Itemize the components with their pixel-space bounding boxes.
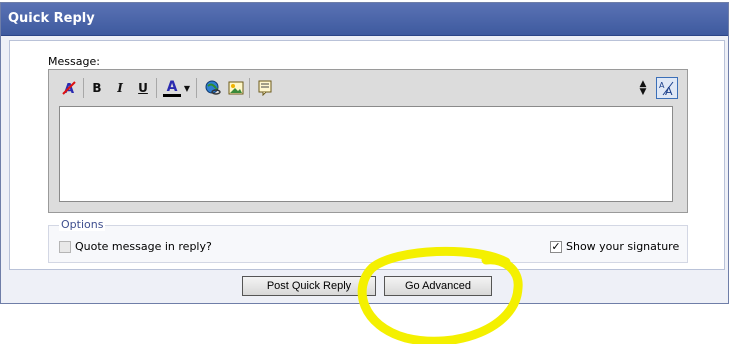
signature-checkbox[interactable]: ✓ (550, 240, 562, 253)
quote-option-label: Quote message in reply? (75, 240, 212, 253)
quote-icon[interactable] (255, 78, 275, 98)
remove-format-icon[interactable]: A (59, 78, 79, 98)
signature-option[interactable]: ✓ Show your signature (550, 240, 679, 253)
reply-form: Message: A B I U A ▼ (9, 40, 725, 270)
chevron-down-icon[interactable]: ▼ (182, 78, 192, 98)
resize-editor-icon[interactable]: ▲ ▼ (637, 78, 649, 98)
panel-title: Quick Reply (8, 11, 95, 26)
italic-button[interactable]: I (110, 78, 130, 98)
title-bar: Quick Reply (1, 3, 728, 36)
toolbar-separator (196, 78, 197, 98)
underline-button[interactable]: U (133, 78, 153, 98)
insert-image-icon[interactable] (226, 78, 246, 98)
font-color-button[interactable]: A (161, 78, 183, 98)
message-label: Message: (48, 55, 100, 68)
quote-option[interactable]: Quote message in reply? (59, 240, 212, 253)
quick-reply-panel: Quick Reply Message: A B I U A (0, 2, 729, 304)
toolbar-separator (249, 78, 250, 98)
options-fieldset: Options Quote message in reply? ✓ Show y… (48, 218, 688, 263)
bold-button[interactable]: B (87, 78, 107, 98)
message-input[interactable] (59, 106, 673, 202)
toolbar-separator (156, 78, 157, 98)
font-color-letter: A (166, 78, 178, 95)
font-color-swatch (163, 93, 181, 97)
go-advanced-button[interactable]: Go Advanced (384, 276, 492, 296)
toolbar-separator (83, 78, 84, 98)
switch-editor-mode-icon[interactable]: A A (656, 77, 678, 99)
quote-checkbox[interactable] (59, 240, 71, 253)
signature-option-label: Show your signature (566, 240, 680, 253)
insert-link-icon[interactable] (203, 78, 223, 98)
message-editor: A B I U A ▼ (48, 69, 688, 213)
post-quick-reply-button[interactable]: Post Quick Reply (242, 276, 376, 296)
editor-toolbar: A B I U A ▼ (49, 70, 687, 104)
options-legend: Options (59, 218, 106, 231)
